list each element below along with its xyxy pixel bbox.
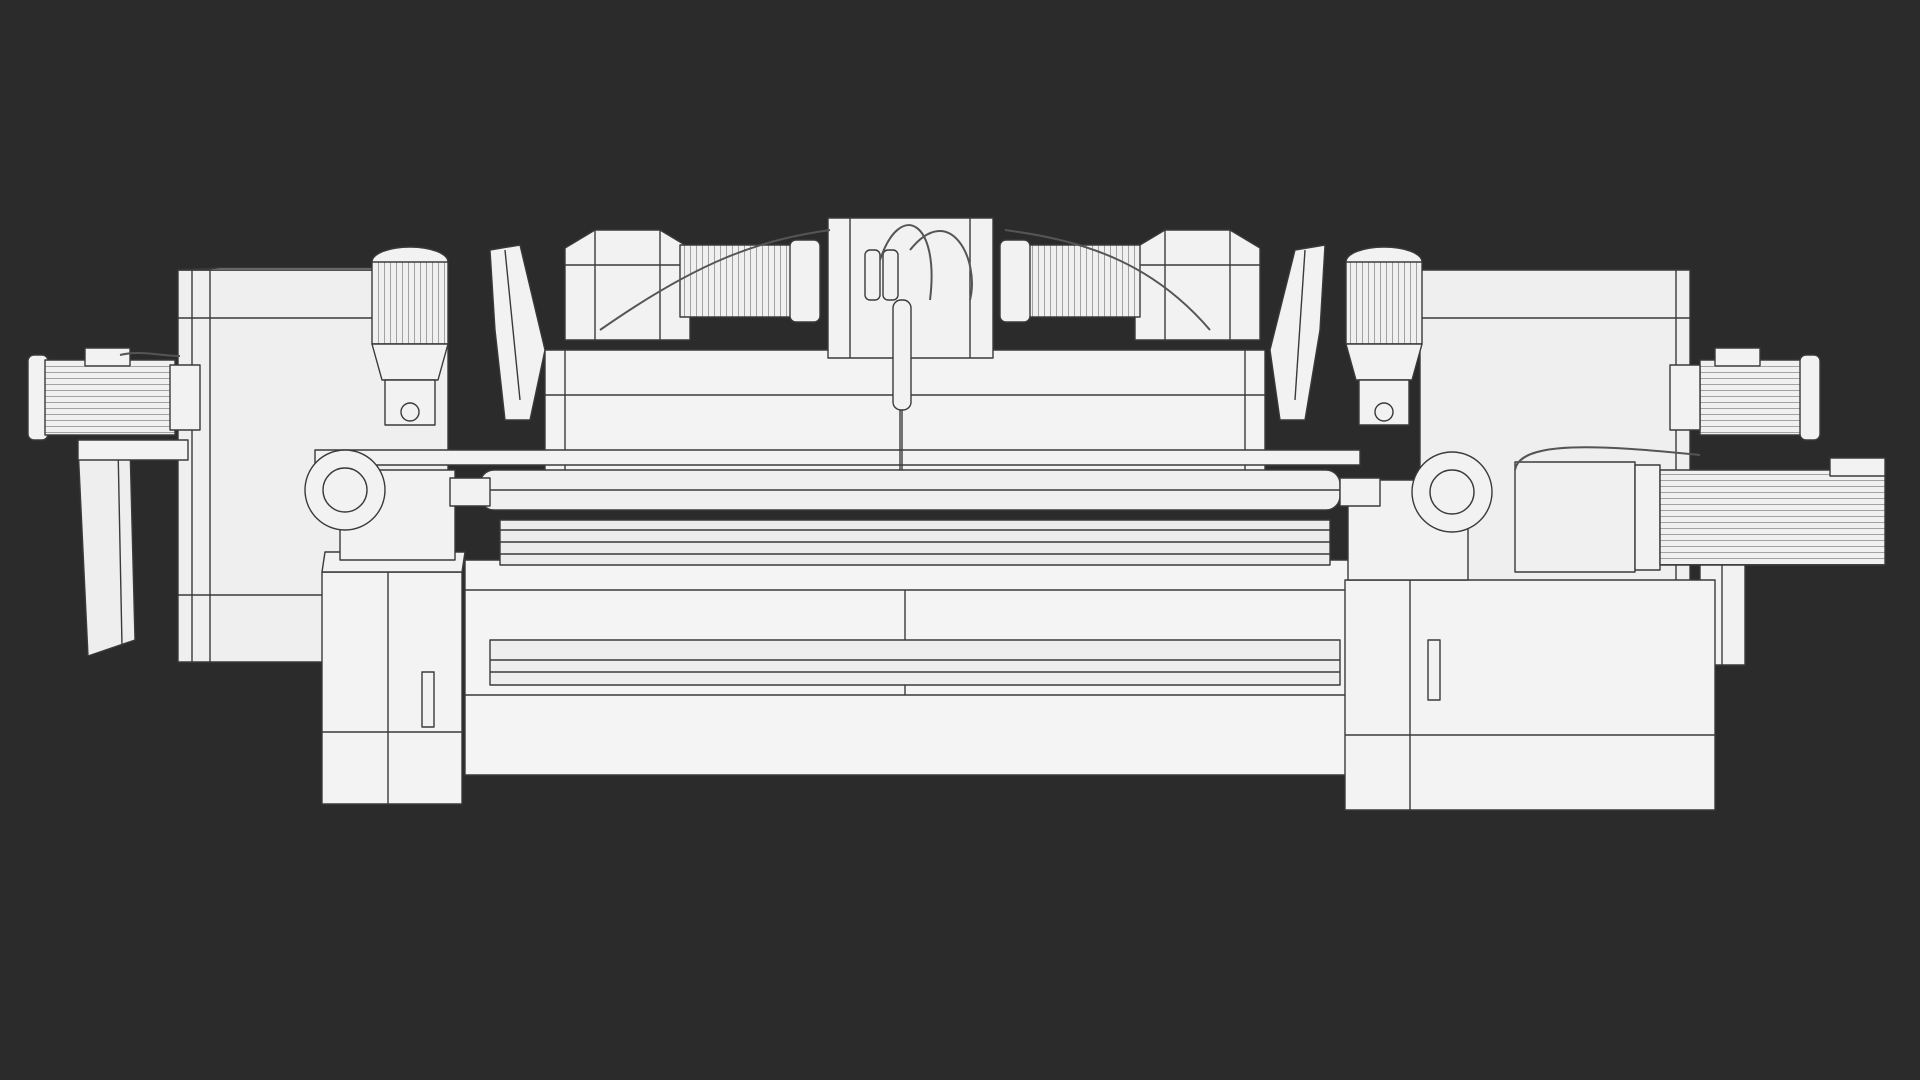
far-left-motor (27, 347, 201, 441)
machine-wireframe-render (27, 217, 1886, 811)
right-vertical-motor (1345, 246, 1423, 426)
lower-roller (499, 519, 1331, 566)
upper-center-right-motor (999, 239, 1141, 323)
3d-viewport[interactable] (0, 0, 1920, 1080)
right-lower-motor (1514, 457, 1886, 573)
far-right-motor (1669, 347, 1821, 441)
right-swing-arm (1269, 244, 1326, 421)
upper-right-gearbox (1134, 229, 1261, 341)
knife-bar (489, 639, 1341, 686)
upper-roller (479, 469, 1341, 511)
left-swing-arm (489, 244, 546, 421)
left-support-leg (77, 439, 189, 657)
upper-center-left-motor (679, 239, 821, 323)
